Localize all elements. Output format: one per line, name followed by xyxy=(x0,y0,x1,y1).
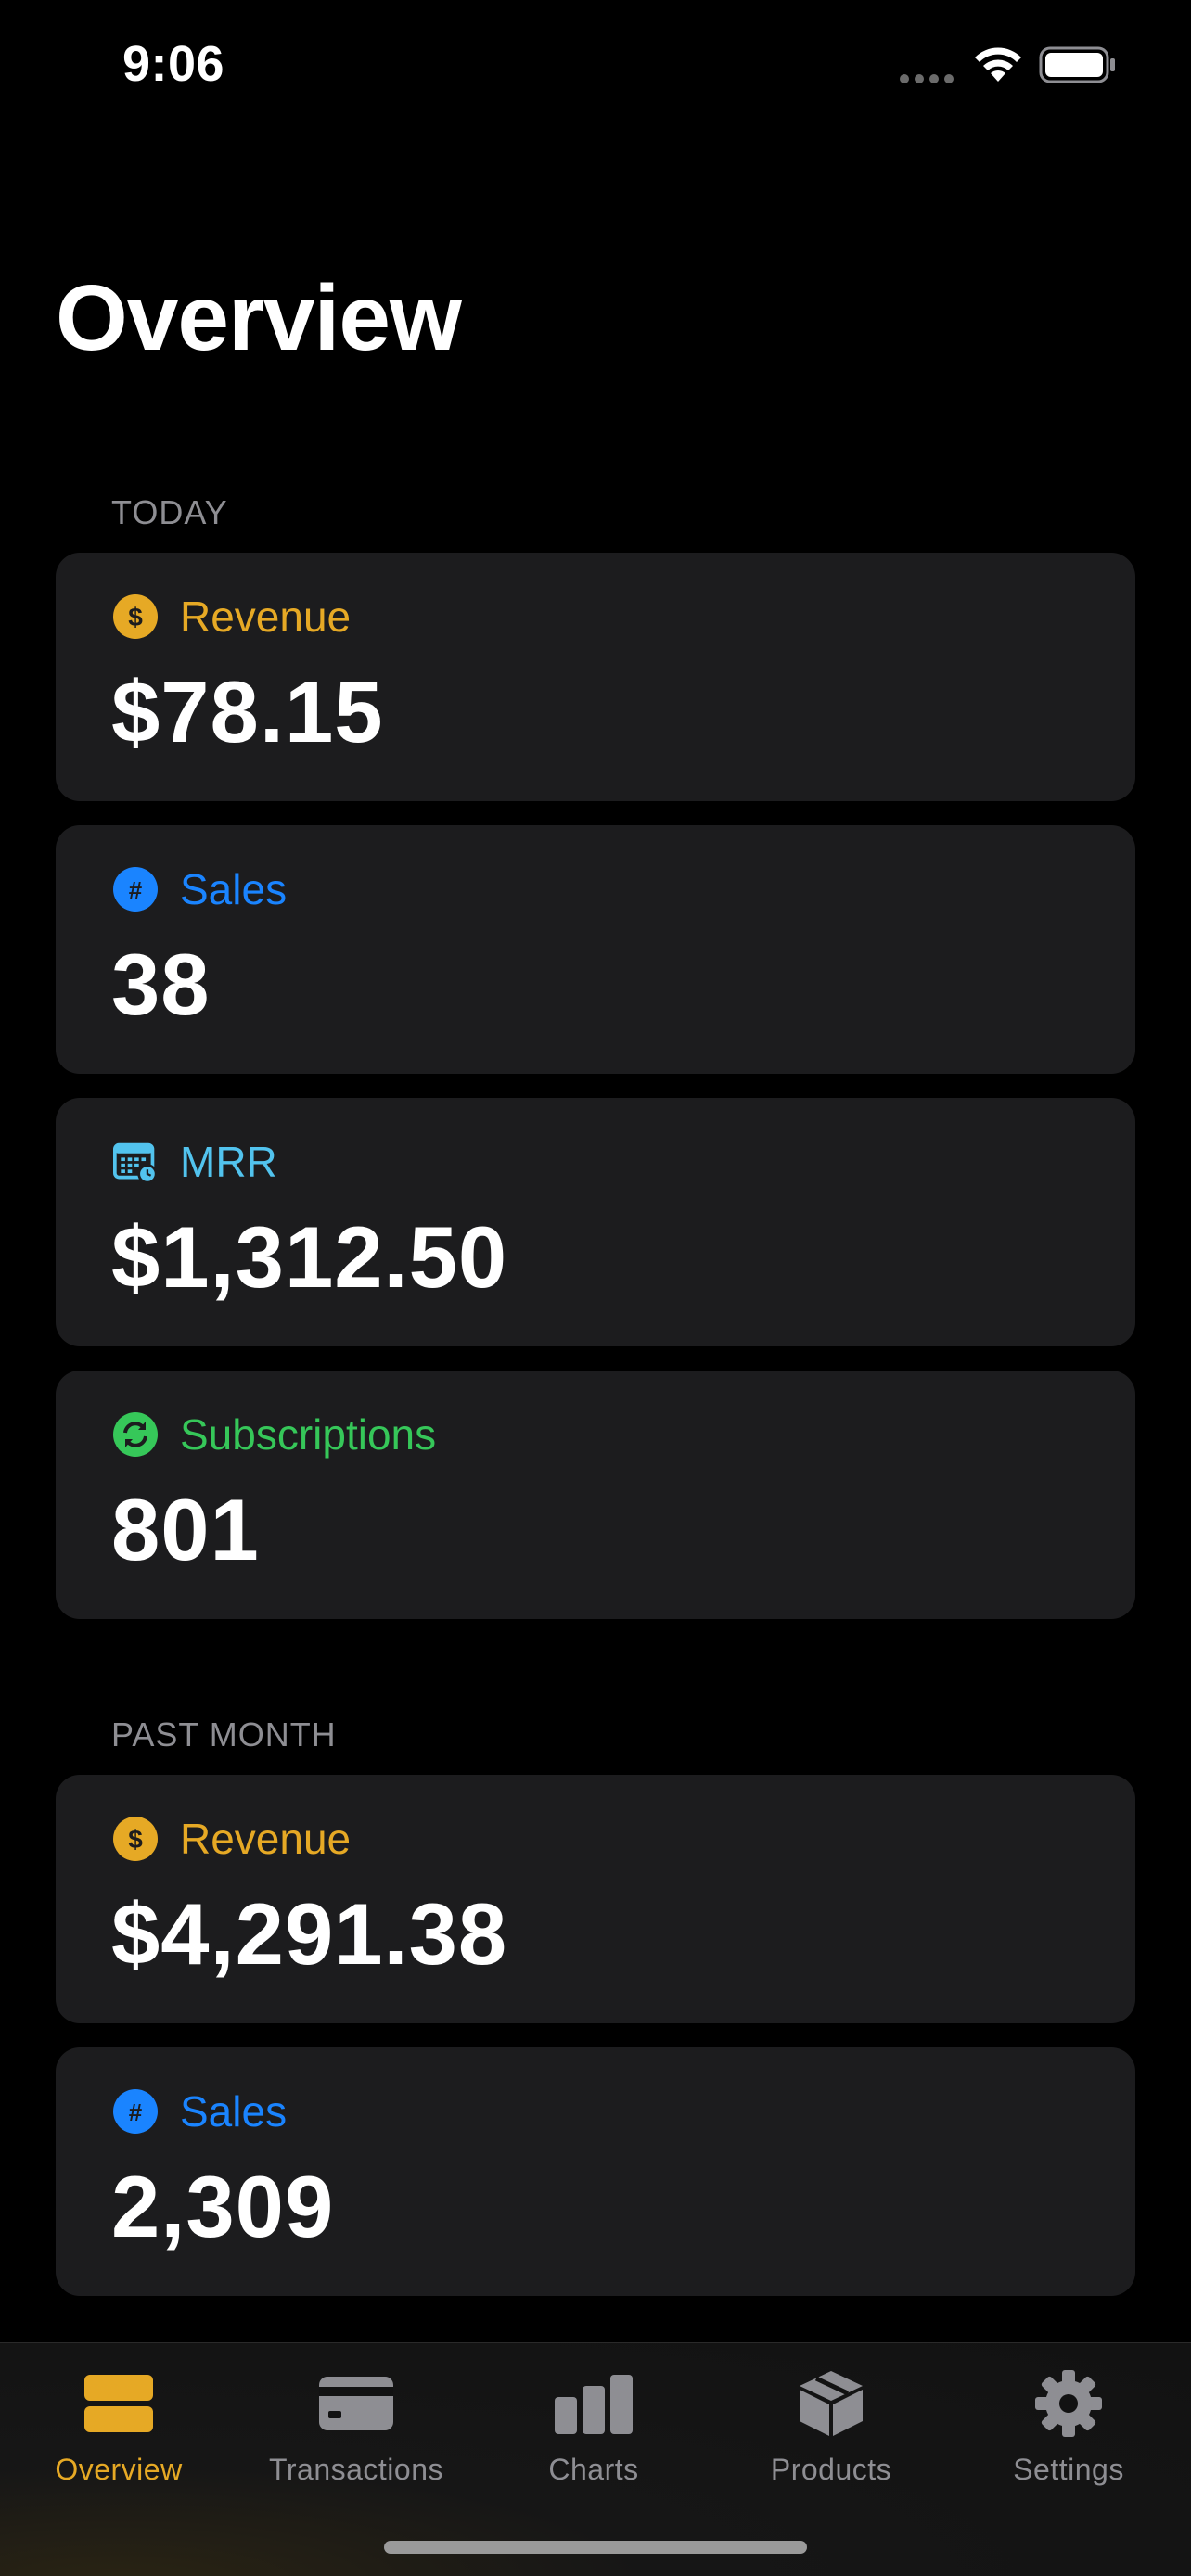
bar-chart-icon xyxy=(475,2362,712,2445)
tab-label: Products xyxy=(770,2453,892,2486)
today-mrr-card[interactable]: MRR $1,312.50 xyxy=(56,1098,1135,1346)
box-icon xyxy=(712,2362,950,2445)
today-sales-card[interactable]: # Sales 38 xyxy=(56,825,1135,1074)
card-value: $4,291.38 xyxy=(111,1885,508,1983)
card-label: Sales xyxy=(180,2087,288,2136)
tab-transactions[interactable]: Transactions xyxy=(237,2362,475,2510)
dollar-circle-icon: $ xyxy=(113,1817,158,1861)
svg-text:#: # xyxy=(129,876,143,904)
overview-screen: 9:06 Overview TODAY $ Revenue $78.15 # S… xyxy=(0,0,1191,2576)
svg-text:$: $ xyxy=(128,1825,143,1854)
hash-circle-icon: # xyxy=(113,867,158,912)
credit-card-icon xyxy=(237,2362,475,2445)
wifi-icon xyxy=(975,47,1021,82)
card-label: Revenue xyxy=(180,593,352,641)
today-subscriptions-card[interactable]: Subscriptions 801 xyxy=(56,1371,1135,1619)
dollar-circle-icon: $ xyxy=(113,594,158,639)
tab-settings[interactable]: Settings xyxy=(950,2362,1187,2510)
card-label: MRR xyxy=(180,1138,277,1186)
gear-icon xyxy=(950,2362,1187,2445)
tab-label: Transactions xyxy=(269,2453,443,2486)
card-value: $1,312.50 xyxy=(111,1208,508,1306)
svg-text:$: $ xyxy=(128,603,143,631)
svg-text:#: # xyxy=(129,2098,143,2126)
card-label: Sales xyxy=(180,865,288,913)
tab-charts[interactable]: Charts xyxy=(475,2362,712,2510)
battery-icon xyxy=(1039,46,1115,83)
card-value: 2,309 xyxy=(111,2158,335,2255)
card-value: 801 xyxy=(111,1481,260,1578)
card-value: $78.15 xyxy=(111,663,384,760)
status-bar: 9:06 xyxy=(0,0,1191,130)
today-revenue-card[interactable]: $ Revenue $78.15 xyxy=(56,553,1135,801)
refresh-circle-icon xyxy=(113,1412,158,1457)
page-title: Overview xyxy=(56,266,462,370)
hash-circle-icon: # xyxy=(113,2089,158,2134)
past-month-revenue-card[interactable]: $ Revenue $4,291.38 xyxy=(56,1775,1135,2023)
calendar-clock-icon xyxy=(113,1140,158,1184)
tab-label: Settings xyxy=(1013,2453,1124,2486)
section-header-past-month: PAST MONTH xyxy=(111,1715,337,1753)
section-header-today: TODAY xyxy=(111,493,228,531)
tab-label: Charts xyxy=(548,2453,639,2486)
status-time: 9:06 xyxy=(122,36,225,92)
home-indicator[interactable] xyxy=(384,2541,807,2554)
card-label: Subscriptions xyxy=(180,1410,437,1459)
past-month-sales-card[interactable]: # Sales 2,309 xyxy=(56,2047,1135,2296)
tab-overview[interactable]: Overview xyxy=(0,2362,237,2510)
tab-label: Overview xyxy=(55,2453,183,2486)
card-value: 38 xyxy=(111,936,211,1033)
overview-icon xyxy=(0,2362,237,2445)
card-label: Revenue xyxy=(180,1815,352,1863)
cellular-signal-icon xyxy=(900,74,954,83)
tab-products[interactable]: Products xyxy=(712,2362,950,2510)
